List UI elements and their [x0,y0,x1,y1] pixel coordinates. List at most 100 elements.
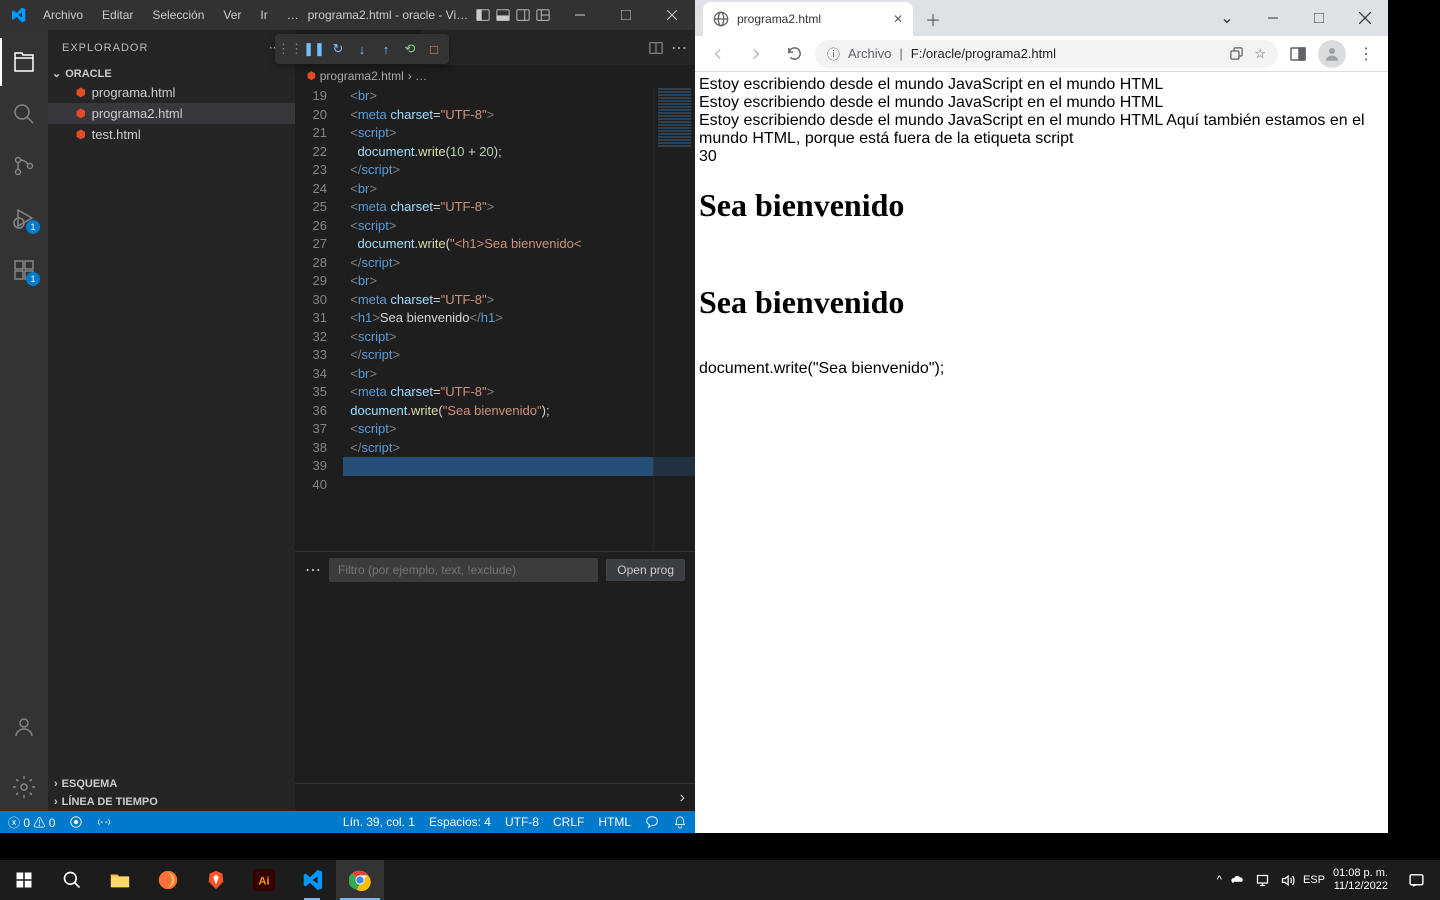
file-name: programa2.html [92,106,183,121]
minimap[interactable] [653,87,695,551]
panel-bottom-icon[interactable] [495,7,511,23]
close-button[interactable] [1342,0,1388,36]
breadcrumb[interactable]: ⬢ programa2.html › … [295,65,695,87]
vscode-taskbar-icon[interactable] [288,860,336,900]
settings-gear-icon[interactable] [0,763,48,811]
search-button[interactable] [48,860,96,900]
tab-close-icon[interactable]: ✕ [893,12,903,26]
explorer-icon[interactable] [0,38,48,86]
url-prefix: Archivo [848,46,891,61]
line-gutter: 1920212223242526272829303132333435363738… [295,87,343,551]
tray-date: 11/12/2022 [1333,880,1388,893]
file-name: test.html [92,127,141,142]
back-button[interactable] [701,40,735,68]
code-lines[interactable]: <br> <meta charset="UTF-8"> <script> doc… [343,87,695,551]
menu-item[interactable]: Ver [215,5,249,25]
chrome-window: programa2.html ✕ ＋ ⌄ ⓘ Archivo | F:/orac… [695,0,1388,833]
omnibox[interactable]: ⓘ Archivo | F:/oracle/programa2.html ☆ [815,40,1278,68]
stop-icon[interactable]: □ [423,38,445,60]
file-item[interactable]: ⬢test.html [48,124,295,145]
onedrive-icon[interactable] [1230,873,1245,888]
menu-item[interactable]: Editar [94,5,141,25]
step-over-icon[interactable]: ↻ [327,38,349,60]
timeline-section[interactable]: ›LÍNEA DE TIEMPO [48,793,295,811]
status-lang[interactable]: HTML [598,815,631,829]
run-debug-icon[interactable]: 1 [0,194,48,242]
drag-handle-icon[interactable]: ⋮⋮ [279,38,301,60]
page-text: 30 [699,148,717,165]
step-into-icon[interactable]: ↓ [351,38,373,60]
network-icon[interactable] [1255,873,1270,888]
tray-datetime[interactable]: 01:08 p. m. 11/12/2022 [1333,867,1388,893]
menu-item[interactable]: Archivo [35,5,91,25]
new-tab-button[interactable]: ＋ [919,5,947,33]
layout-icons [469,7,557,23]
profile-avatar[interactable] [1318,40,1346,68]
maximize-button[interactable] [1296,0,1342,36]
minimize-button[interactable] [1250,0,1296,36]
status-spaces[interactable]: Espacios: 4 [429,815,491,829]
status-encoding[interactable]: UTF-8 [505,815,539,829]
minimize-button[interactable] [557,0,603,30]
chrome-taskbar-icon[interactable] [336,860,384,900]
folder-row[interactable]: ⌄ ORACLE [48,65,295,82]
account-icon[interactable] [0,703,48,751]
start-button[interactable] [0,860,48,900]
code-editor[interactable]: 1920212223242526272829303132333435363738… [295,87,695,551]
layout-icon[interactable] [535,7,551,23]
extensions-icon[interactable]: 1 [0,246,48,294]
chevron-right-icon[interactable]: › [680,789,685,807]
status-bell-icon[interactable] [673,815,687,829]
status-live-icon[interactable] [97,815,111,829]
chevron-down-icon: ⌄ [52,67,61,80]
reload-button[interactable] [777,40,811,68]
open-prog-button[interactable]: Open prog [606,559,685,581]
file-item[interactable]: ⬢programa2.html [48,103,295,124]
volume-icon[interactable] [1280,873,1295,888]
chrome-menu-icon[interactable]: ⋮ [1350,44,1382,64]
menu-item[interactable]: Ir [252,5,275,25]
panel-left-icon[interactable] [475,7,491,23]
panel-toolbar: ⋯ Open prog [295,552,695,588]
share-icon[interactable] [1229,46,1244,62]
close-button[interactable] [649,0,695,30]
file-explorer-icon[interactable] [96,860,144,900]
status-errors[interactable]: ⓧ 0 ⚠ 0 [8,814,55,831]
outline-section[interactable]: ›ESQUEMA [48,775,295,793]
panel-right-icon[interactable] [515,7,531,23]
side-panel-icon[interactable] [1282,46,1314,62]
status-port-icon[interactable] [69,815,83,829]
debug-toolbar[interactable]: ⋮⋮ ❚❚ ↻ ↓ ↑ ⟲ □ [275,34,449,64]
file-item[interactable]: ⬢programa.html [48,82,295,103]
pause-icon[interactable]: ❚❚ [303,38,325,60]
forward-button[interactable] [739,40,773,68]
site-info-icon[interactable]: ⓘ [827,44,840,63]
chrome-toolbar: ⓘ Archivo | F:/oracle/programa2.html ☆ ⋮ [695,36,1388,72]
split-editor-icon[interactable] [649,41,663,55]
menu-item[interactable]: Selección [144,5,212,25]
source-control-icon[interactable] [0,142,48,190]
more-icon[interactable]: ⋯ [671,38,687,58]
step-out-icon[interactable]: ↑ [375,38,397,60]
menu-item[interactable]: … [279,5,307,25]
browser-tab[interactable]: programa2.html ✕ [703,2,913,36]
restart-icon[interactable]: ⟲ [399,38,421,60]
filter-input[interactable] [329,558,598,582]
status-eol[interactable]: CRLF [553,815,584,829]
panel-body [295,588,695,783]
tab-actions: ⋯ [641,30,695,65]
maximize-button[interactable] [603,0,649,30]
tray-chevron-icon[interactable]: ^ [1217,874,1222,886]
bookmark-star-icon[interactable]: ☆ [1254,46,1266,62]
search-icon[interactable] [0,90,48,138]
chrome-menu-caret-icon[interactable]: ⌄ [1204,0,1250,36]
brave-icon[interactable] [192,860,240,900]
status-ln-col[interactable]: Lín. 39, col. 1 [343,815,415,829]
status-feedback-icon[interactable] [645,815,659,829]
tray-language[interactable]: ESP [1303,874,1325,886]
firefox-icon[interactable] [144,860,192,900]
vscode-titlebar[interactable]: ArchivoEditarSelecciónVerIr… programa2.h… [0,0,695,30]
panel-more-icon[interactable]: ⋯ [305,560,321,580]
illustrator-icon[interactable]: Ai [240,860,288,900]
notifications-icon[interactable] [1396,860,1436,900]
